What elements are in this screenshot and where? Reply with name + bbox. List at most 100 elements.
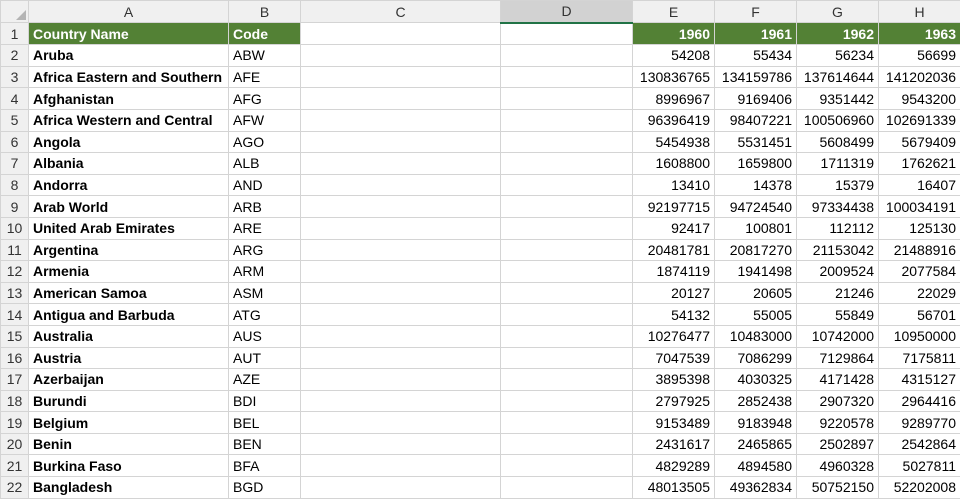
- cell-code[interactable]: ABW: [229, 45, 301, 67]
- cell-value[interactable]: 7047539: [633, 347, 715, 369]
- row-header[interactable]: 20: [1, 433, 29, 455]
- cell-code[interactable]: ARB: [229, 196, 301, 218]
- cell-value[interactable]: 14378: [715, 174, 797, 196]
- cell-country-name[interactable]: Armenia: [29, 261, 229, 283]
- cell-code[interactable]: ASM: [229, 282, 301, 304]
- cell[interactable]: [301, 131, 501, 153]
- cell-code[interactable]: AUS: [229, 325, 301, 347]
- select-all-button[interactable]: [1, 1, 29, 23]
- cell-country-name[interactable]: Benin: [29, 433, 229, 455]
- cell-code[interactable]: ATG: [229, 304, 301, 326]
- cell-value[interactable]: 2907320: [797, 390, 879, 412]
- cell-value[interactable]: 92417: [633, 217, 715, 239]
- row-header[interactable]: 11: [1, 239, 29, 261]
- cell-value[interactable]: 4315127: [879, 369, 960, 391]
- cell-value[interactable]: 48013505: [633, 477, 715, 499]
- cell-selected-column[interactable]: [501, 66, 633, 88]
- cell-selected-column[interactable]: [501, 304, 633, 326]
- spreadsheet[interactable]: A B C D E F G H 1 Country Name Code 1960…: [0, 0, 960, 498]
- cell[interactable]: [301, 369, 501, 391]
- cell-value[interactable]: 54208: [633, 45, 715, 67]
- column-header-f[interactable]: F: [715, 1, 797, 23]
- cell-value[interactable]: 9289770: [879, 412, 960, 434]
- cell-selected-column[interactable]: [501, 347, 633, 369]
- cell-value[interactable]: 56699: [879, 45, 960, 67]
- cell-value[interactable]: 96396419: [633, 109, 715, 131]
- row-header[interactable]: 8: [1, 174, 29, 196]
- cell-selected-column[interactable]: [501, 477, 633, 499]
- cell-code[interactable]: ARG: [229, 239, 301, 261]
- cell-code[interactable]: BGD: [229, 477, 301, 499]
- cell-country-name[interactable]: Bangladesh: [29, 477, 229, 499]
- cell-value[interactable]: 94724540: [715, 196, 797, 218]
- row-header[interactable]: 2: [1, 45, 29, 67]
- cell-value[interactable]: 2465865: [715, 433, 797, 455]
- cell-value[interactable]: 125130: [879, 217, 960, 239]
- cell-value[interactable]: 100034191: [879, 196, 960, 218]
- row-header[interactable]: 4: [1, 88, 29, 110]
- cell-value[interactable]: 5608499: [797, 131, 879, 153]
- cell-value[interactable]: 54132: [633, 304, 715, 326]
- cell-code[interactable]: BFA: [229, 455, 301, 477]
- header-cell-code[interactable]: Code: [229, 23, 301, 45]
- row-header[interactable]: 17: [1, 369, 29, 391]
- row-header[interactable]: 10: [1, 217, 29, 239]
- cell[interactable]: [301, 109, 501, 131]
- cell-value[interactable]: 5531451: [715, 131, 797, 153]
- cell-value[interactable]: 55005: [715, 304, 797, 326]
- cell-value[interactable]: 2009524: [797, 261, 879, 283]
- cell-value[interactable]: 9220578: [797, 412, 879, 434]
- cell[interactable]: [301, 282, 501, 304]
- cell-country-name[interactable]: Afghanistan: [29, 88, 229, 110]
- cell[interactable]: [301, 174, 501, 196]
- cell-value[interactable]: 10483000: [715, 325, 797, 347]
- cell-selected-column[interactable]: [501, 153, 633, 175]
- cell-country-name[interactable]: Belgium: [29, 412, 229, 434]
- cell-code[interactable]: AFE: [229, 66, 301, 88]
- row-header[interactable]: 21: [1, 455, 29, 477]
- cell-value[interactable]: 20605: [715, 282, 797, 304]
- cell-value[interactable]: 9153489: [633, 412, 715, 434]
- row-header[interactable]: 18: [1, 390, 29, 412]
- cell-value[interactable]: 9183948: [715, 412, 797, 434]
- cell-value[interactable]: 20817270: [715, 239, 797, 261]
- row-header[interactable]: 1: [1, 23, 29, 45]
- cell-country-name[interactable]: American Samoa: [29, 282, 229, 304]
- cell-code[interactable]: BDI: [229, 390, 301, 412]
- cell-selected-column[interactable]: [501, 261, 633, 283]
- cell[interactable]: [301, 325, 501, 347]
- cell-code[interactable]: ARM: [229, 261, 301, 283]
- cell-value[interactable]: 49362834: [715, 477, 797, 499]
- cell-country-name[interactable]: Azerbaijan: [29, 369, 229, 391]
- cell-value[interactable]: 1941498: [715, 261, 797, 283]
- row-header[interactable]: 16: [1, 347, 29, 369]
- cell-value[interactable]: 137614644: [797, 66, 879, 88]
- cell-country-name[interactable]: Burkina Faso: [29, 455, 229, 477]
- cell-value[interactable]: 5454938: [633, 131, 715, 153]
- cell-country-name[interactable]: United Arab Emirates: [29, 217, 229, 239]
- cell-value[interactable]: 52202008: [879, 477, 960, 499]
- cell-country-name[interactable]: Argentina: [29, 239, 229, 261]
- cell-selected-column[interactable]: [501, 23, 633, 45]
- row-header[interactable]: 7: [1, 153, 29, 175]
- cell-code[interactable]: AGO: [229, 131, 301, 153]
- cell-selected-column[interactable]: [501, 131, 633, 153]
- cell[interactable]: [301, 23, 501, 45]
- cell[interactable]: [301, 412, 501, 434]
- column-header-b[interactable]: B: [229, 1, 301, 23]
- cell-value[interactable]: 22029: [879, 282, 960, 304]
- cell-value[interactable]: 10742000: [797, 325, 879, 347]
- cell-code[interactable]: ARE: [229, 217, 301, 239]
- cell-value[interactable]: 15379: [797, 174, 879, 196]
- column-header-c[interactable]: C: [301, 1, 501, 23]
- row-header[interactable]: 6: [1, 131, 29, 153]
- cell-value[interactable]: 2797925: [633, 390, 715, 412]
- row-header[interactable]: 13: [1, 282, 29, 304]
- cell-selected-column[interactable]: [501, 325, 633, 347]
- cell-value[interactable]: 2542864: [879, 433, 960, 455]
- cell-country-name[interactable]: Australia: [29, 325, 229, 347]
- column-header-g[interactable]: G: [797, 1, 879, 23]
- cell-selected-column[interactable]: [501, 390, 633, 412]
- cell-value[interactable]: 4030325: [715, 369, 797, 391]
- header-cell-year[interactable]: 1962: [797, 23, 879, 45]
